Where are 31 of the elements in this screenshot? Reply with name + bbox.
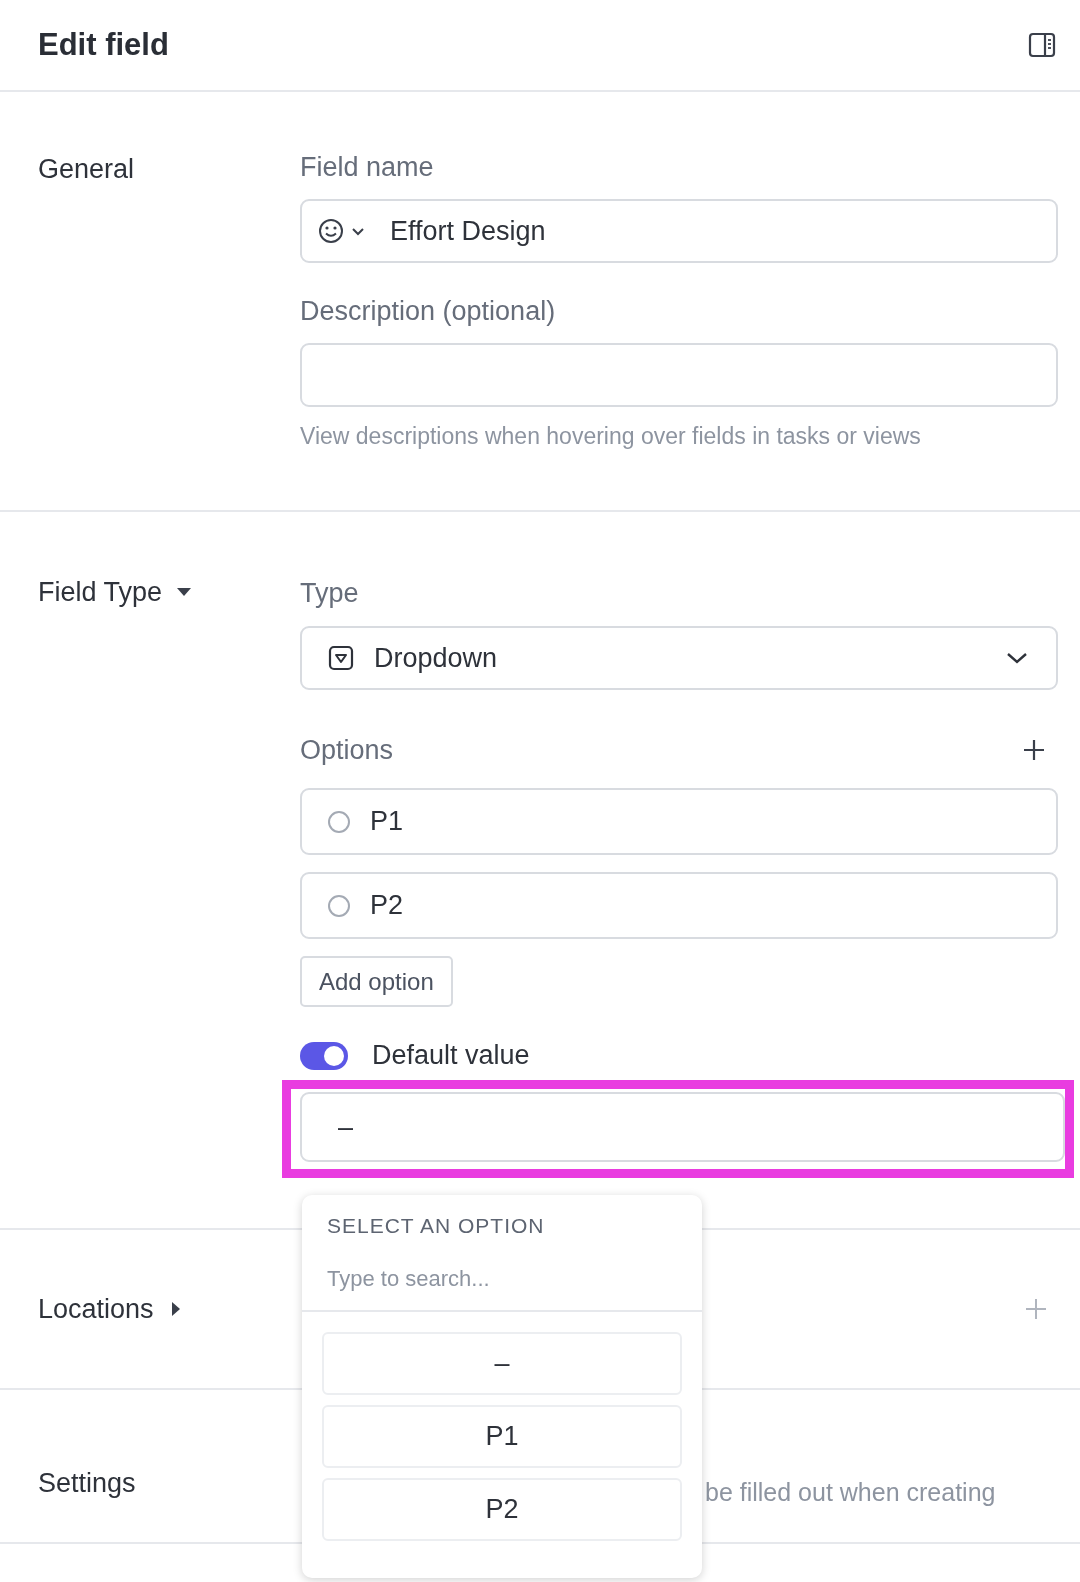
field-label: Field name <box>300 151 435 183</box>
type-select[interactable]: Dropdown <box>300 626 1058 690</box>
chevron-down-icon <box>1006 651 1028 665</box>
sidebar-toggle-icon[interactable] <box>1028 32 1056 58</box>
section-label: General <box>38 154 135 185</box>
section-label[interactable]: Field Type <box>38 577 163 608</box>
field-label: Options <box>300 734 394 766</box>
field-name-input[interactable]: Effort Design <box>300 199 1058 263</box>
field-label: Type <box>300 577 360 609</box>
radio-button[interactable] <box>328 894 350 917</box>
radio-button[interactable] <box>328 810 350 833</box>
option-input[interactable]: P1 <box>300 788 1058 855</box>
toggle-label: Default value <box>372 1040 530 1071</box>
toggle-switch[interactable] <box>300 1041 348 1070</box>
option-input[interactable]: P2 <box>300 872 1058 939</box>
default-value-select[interactable]: – <box>300 1092 1065 1162</box>
option-item[interactable]: P2 <box>322 1478 682 1541</box>
panel-title: Edit field <box>38 27 169 63</box>
help-text: View descriptions when hovering over fields in tasks or views <box>300 423 922 450</box>
add-option-button[interactable]: Add option <box>300 956 453 1007</box>
section-label[interactable]: Locations <box>38 1293 154 1325</box>
dropdown-type-icon <box>328 645 354 671</box>
option-item[interactable]: – <box>322 1332 682 1395</box>
add-icon[interactable] <box>1022 738 1046 762</box>
option-item[interactable]: P1 <box>322 1405 682 1468</box>
section-label: Settings <box>38 1468 136 1499</box>
field-label: Description (optional) <box>300 295 557 327</box>
popup-title: SELECT AN OPTION <box>326 1213 546 1238</box>
settings-text: be filled out when creating <box>705 1478 997 1507</box>
description-input[interactable] <box>300 343 1058 407</box>
search-field[interactable]: Type to search... <box>327 1266 677 1292</box>
